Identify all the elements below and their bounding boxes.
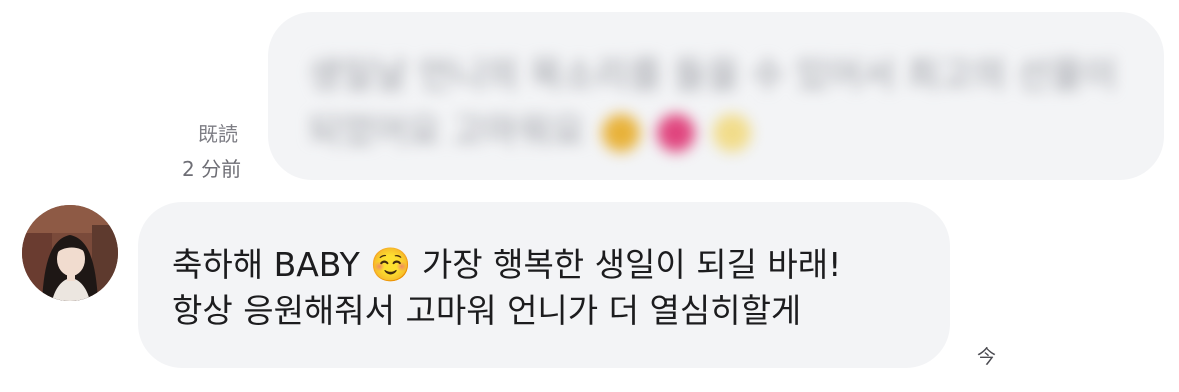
sent-message-bubble[interactable]: 생일날 언니의 목소리를 들을 수 있어서 최고의 선물이 되었어요 고마워요 xyxy=(268,12,1164,180)
heart-with-ribbon-emoji-icon xyxy=(657,114,696,152)
received-message-line1-part2: 가장 행복한 생일이 되길 바래! xyxy=(421,245,842,284)
sender-avatar[interactable] xyxy=(22,205,118,301)
grinning-sweat-emoji-icon xyxy=(601,114,640,152)
sent-message-text: 생일날 언니의 목소리를 들을 수 있어서 최고의 선물이 되었어요 고마워요 xyxy=(308,48,1117,160)
avatar-portrait-icon xyxy=(22,205,118,301)
sparkles-emoji-icon xyxy=(712,114,751,152)
received-message-timestamp: 今 xyxy=(977,346,997,368)
received-message-line1-part1: 축하해 BABY xyxy=(172,245,360,284)
smiling-face-emoji-icon: ☺️ xyxy=(370,245,412,284)
chat-thread: 생일날 언니의 목소리를 들을 수 있어서 최고의 선물이 되었어요 고마워요 … xyxy=(0,0,1179,392)
received-message-line1: 축하해 BABY ☺️ 가장 행복한 생일이 되길 바래! xyxy=(172,242,841,288)
read-receipt: 既読 xyxy=(198,122,238,146)
received-message-line2: 항상 응원해줘서 고마워 언니가 더 열심히할게 xyxy=(172,291,802,330)
sent-message-line1: 생일날 언니의 목소리를 들을 수 있어서 최고의 선물이 xyxy=(308,55,1117,96)
sent-message-line2-wrap: 되었어요 고마워요 xyxy=(308,104,1117,160)
received-message-text: 축하해 BABY ☺️ 가장 행복한 생일이 되길 바래! 항상 응원해줘서 고… xyxy=(172,242,841,334)
sent-message-timestamp: 2 分前 xyxy=(182,157,242,181)
received-message-bubble[interactable]: 축하해 BABY ☺️ 가장 행복한 생일이 되길 바래! 항상 응원해줘서 고… xyxy=(138,202,950,368)
sent-message-line2: 되었어요 고마워요 xyxy=(308,111,585,152)
